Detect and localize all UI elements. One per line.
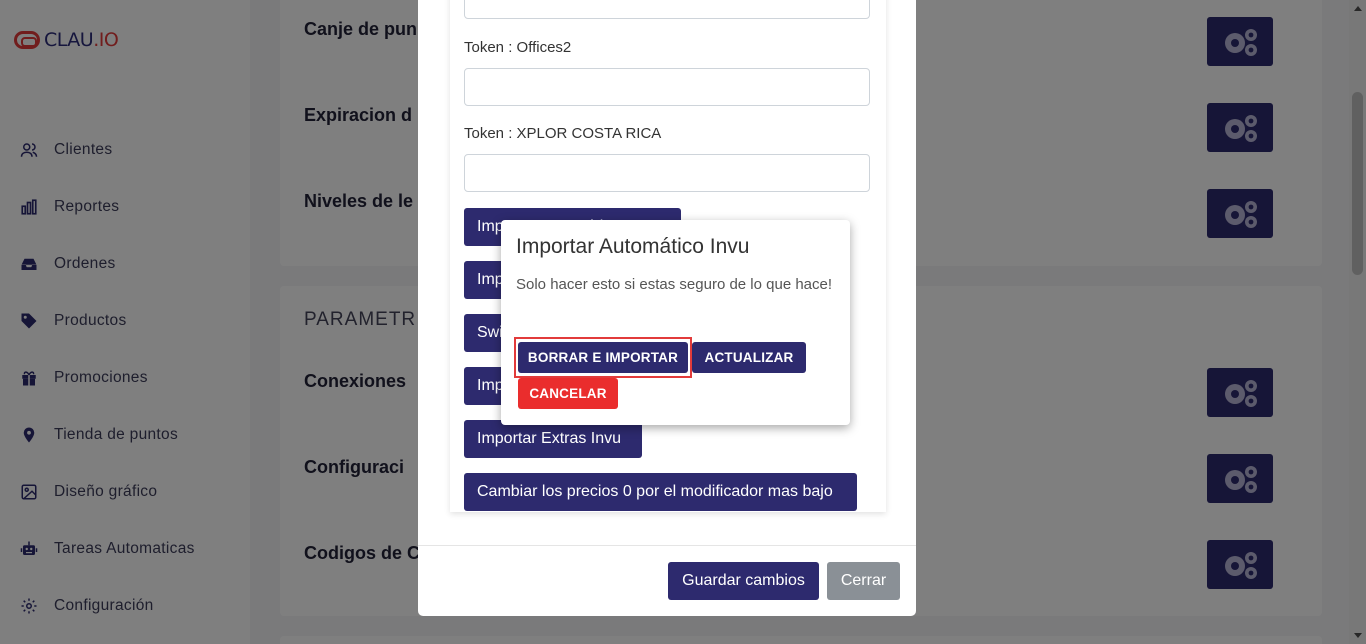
field-label: Token : XPLOR COSTA RICA (464, 125, 662, 142)
update-button[interactable]: ACTUALIZAR (692, 342, 806, 373)
confirm-dialog: Importar Automático Invu Solo hacer esto… (501, 220, 850, 425)
import-invu-button[interactable]: Importar Invu (464, 261, 504, 299)
modal-footer: Guardar cambios Cerrar (418, 545, 916, 616)
change-prices-button[interactable]: Cambiar los precios 0 por el modificador… (464, 473, 857, 511)
import-button[interactable]: Importar (464, 367, 504, 405)
close-button[interactable]: Cerrar (827, 562, 900, 600)
delete-and-import-button[interactable]: BORRAR E IMPORTAR (518, 342, 688, 373)
token-xplor-input[interactable] (464, 154, 870, 192)
dialog-title: Importar Automático Invu (516, 235, 750, 258)
field-label: Token : Offices2 (464, 39, 572, 56)
token-input[interactable]: 7749ce171bb351447e36ac9295e55dc1b78e1aa3 (464, 0, 870, 19)
save-button[interactable]: Guardar cambios (668, 562, 819, 600)
cancel-button[interactable]: CANCELAR (518, 378, 618, 409)
import-extras-invu-button[interactable]: Importar Extras Invu (464, 420, 642, 458)
switch-button[interactable]: Switch (464, 314, 504, 352)
dialog-message: Solo hacer esto si estas seguro de lo qu… (516, 276, 833, 293)
token-offices2-input[interactable] (464, 68, 870, 106)
